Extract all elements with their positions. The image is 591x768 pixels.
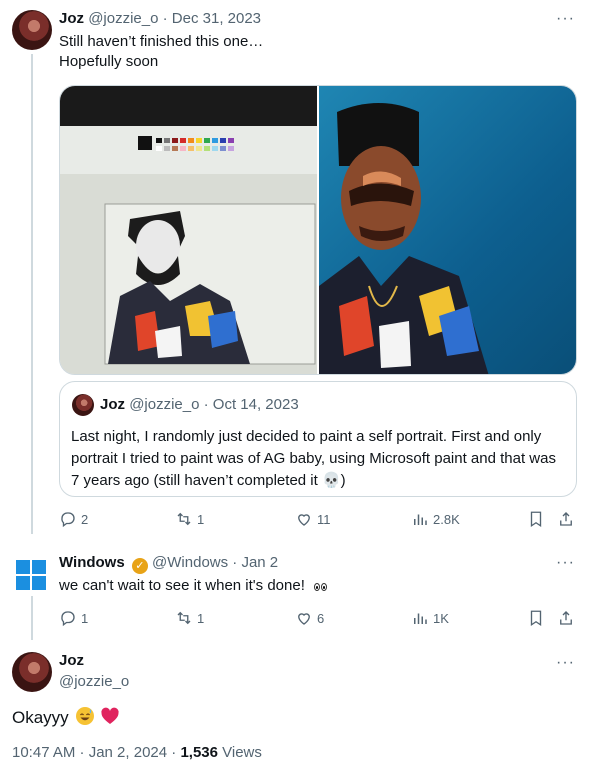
quoted-tweet[interactable]: Joz @jozzie_o · Oct 14, 2023 Last night,… — [59, 381, 577, 497]
analytics-icon — [414, 613, 427, 624]
logo-tile — [32, 576, 46, 590]
tweet-date[interactable]: · Dec 31, 2023 — [163, 10, 261, 27]
more-options-button[interactable]: ··· — [556, 554, 575, 572]
sweat-smile-emoji-icon — [76, 707, 95, 725]
media-photo-paint[interactable] — [60, 86, 317, 374]
reply-count: 1 — [81, 610, 89, 626]
logo-tile — [32, 560, 46, 574]
like-button[interactable]: 11 — [295, 510, 331, 528]
logo-tile — [16, 560, 30, 574]
author-handle[interactable]: @Windows — [152, 554, 228, 571]
reply-count: 2 — [81, 511, 89, 527]
tweet-date: · Oct 14, 2023 — [203, 396, 299, 413]
view-count: 1K — [433, 610, 449, 626]
portrait-illustration — [319, 103, 489, 374]
logo-tile — [16, 576, 30, 590]
avatar[interactable] — [12, 652, 52, 692]
view-count: 2.8K — [433, 511, 460, 527]
repost-icon — [177, 611, 191, 625]
like-button[interactable]: 6 — [295, 609, 324, 627]
author-handle: @jozzie_o — [129, 396, 200, 413]
tweet-header: Windows ✓ @Windows · Jan 2 — [59, 554, 278, 574]
more-options-button[interactable]: ··· — [556, 654, 575, 672]
thread-line — [31, 54, 33, 534]
reply-icon — [61, 512, 75, 528]
main-tweet-author-name: Joz — [59, 652, 84, 669]
main-tweet-text-content: Okayyy — [12, 708, 69, 727]
author-name: Joz — [100, 396, 126, 413]
tweet-header: Joz @jozzie_o · Dec 31, 2023 — [59, 10, 261, 27]
share-button[interactable] — [557, 510, 575, 528]
media-photo-portrait[interactable] — [319, 86, 576, 374]
tweet-actions: 2 1 11 2.8K — [59, 510, 577, 530]
repost-count: 1 — [197, 610, 205, 626]
tweet-text-line: Still haven’t finished this one… — [59, 33, 264, 50]
bookmark-icon — [530, 610, 542, 627]
like-count: 6 — [317, 610, 325, 626]
like-count: 11 — [317, 511, 331, 527]
tweet-timestamp[interactable]: 10:47 AM · Jan 2, 2024 · — [12, 744, 180, 761]
bookmark-button[interactable] — [527, 609, 545, 627]
tweet-text-line: Hopefully soon — [59, 53, 159, 70]
quoted-tweet-header: Joz @jozzie_o · Oct 14, 2023 — [100, 396, 299, 413]
tweet-date[interactable]: · Jan 2 — [232, 554, 278, 571]
red-heart-emoji-icon — [101, 707, 119, 724]
tweet-media[interactable] — [59, 85, 577, 375]
quoted-tweet-text: Last night, I randomly just decided to p… — [71, 428, 556, 489]
author-name[interactable]: Windows — [59, 554, 125, 571]
tweet-text-content: we can't wait to see it when it's done! — [59, 577, 305, 594]
tweet-timestamp-footer: 10:47 AM · Jan 2, 2024 · 1,536 Views — [12, 744, 262, 761]
avatar[interactable] — [12, 10, 52, 50]
author-name[interactable]: Joz — [59, 10, 84, 27]
repost-button[interactable]: 1 — [175, 609, 204, 627]
repost-button[interactable]: 1 — [175, 510, 204, 528]
repost-count: 1 — [197, 511, 205, 527]
author-handle[interactable]: @jozzie_o — [59, 673, 129, 690]
repost-icon — [177, 512, 191, 526]
tweet-text: we can't wait to see it when it's done! — [59, 576, 328, 596]
tweet-text: Still haven’t finished this one… Hopeful… — [59, 32, 263, 72]
paint-screen-illustration — [60, 126, 317, 374]
views-label: Views — [217, 744, 262, 761]
reply-icon — [61, 611, 75, 627]
more-options-button[interactable]: ··· — [556, 10, 575, 28]
reply-button[interactable]: 2 — [59, 510, 88, 528]
author-name[interactable]: Joz — [59, 652, 84, 669]
author-handle[interactable]: @jozzie_o — [88, 10, 158, 27]
analytics-icon — [414, 514, 427, 525]
eyes-emoji-icon — [313, 577, 328, 594]
views-button[interactable]: 1K — [411, 609, 449, 627]
share-icon — [560, 611, 572, 625]
main-tweet-text: Okayyy — [12, 706, 120, 728]
main-tweet-author-handle: @jozzie_o — [59, 673, 129, 690]
bookmark-button[interactable] — [527, 510, 545, 528]
views-button[interactable]: 2.8K — [411, 510, 460, 528]
avatar — [72, 394, 94, 416]
heart-icon — [298, 514, 310, 526]
tweet-actions: 1 1 6 1K — [59, 609, 577, 629]
windows-logo-avatar[interactable] — [16, 560, 46, 590]
heart-icon — [298, 613, 310, 625]
thread-line — [31, 596, 33, 640]
bookmark-icon — [530, 511, 542, 528]
views-count: 1,536 — [180, 744, 218, 761]
share-button[interactable] — [557, 609, 575, 627]
verified-badge-icon: ✓ — [131, 558, 148, 574]
share-icon — [560, 512, 572, 526]
reply-button[interactable]: 1 — [59, 609, 88, 627]
